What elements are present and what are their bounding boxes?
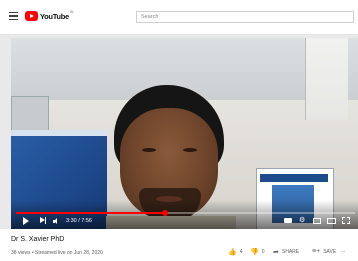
dislike-count: 0 bbox=[261, 249, 265, 255]
video-scene-poster-band bbox=[260, 174, 328, 182]
youtube-page: YouTube IN 3: bbox=[0, 0, 358, 261]
save-icon: ≡+ bbox=[312, 248, 321, 255]
video-info bbox=[0, 229, 358, 261]
video-scene-poster-stripe bbox=[11, 130, 107, 136]
save-label: SAVE bbox=[323, 248, 337, 255]
logo-region: IN bbox=[69, 10, 74, 14]
more-label: ... bbox=[341, 248, 346, 254]
progress-fill bbox=[16, 212, 166, 214]
video-scene-window bbox=[305, 38, 348, 120]
controls-shade bbox=[11, 200, 358, 229]
share-label: SHARE bbox=[281, 249, 300, 255]
youtube-logo[interactable]: YouTube IN bbox=[25, 9, 73, 23]
video-person-eye bbox=[183, 148, 197, 152]
play-icon[interactable] bbox=[23, 217, 29, 225]
video-meta: 38 views • Streamed live on Jun 28, 2020 bbox=[11, 250, 103, 256]
fullscreen-icon[interactable] bbox=[342, 217, 350, 224]
more-actions-button[interactable]: ... bbox=[341, 248, 345, 254]
save-button[interactable]: ≡+ SAVE bbox=[312, 248, 336, 255]
share-icon: ➦ bbox=[273, 249, 279, 256]
search-input[interactable] bbox=[136, 11, 354, 23]
gear-icon[interactable]: ⚙ bbox=[299, 217, 305, 225]
time-display: 3:30 / 7:56 bbox=[66, 218, 92, 224]
captions-icon[interactable] bbox=[284, 218, 292, 223]
dislike-button[interactable]: 👎 0 bbox=[250, 248, 265, 256]
like-count: 4 bbox=[239, 249, 243, 255]
video-title: Dr S. Xavier PhD bbox=[11, 236, 65, 243]
logo-text: YouTube bbox=[40, 11, 69, 21]
menu-icon[interactable] bbox=[9, 12, 18, 20]
top-bar: YouTube IN bbox=[0, 0, 358, 35]
like-button[interactable]: 👍 4 bbox=[228, 248, 243, 256]
progress-bar[interactable] bbox=[16, 210, 355, 216]
youtube-logo-icon bbox=[25, 11, 38, 21]
video-person-eye bbox=[142, 148, 156, 152]
theater-icon[interactable] bbox=[327, 218, 336, 224]
miniplayer-icon[interactable] bbox=[313, 218, 321, 224]
thumbs-down-icon: 👎 bbox=[250, 249, 259, 256]
share-button[interactable]: ➦ SHARE bbox=[273, 248, 299, 256]
thumbs-up-icon: 👍 bbox=[228, 249, 237, 256]
